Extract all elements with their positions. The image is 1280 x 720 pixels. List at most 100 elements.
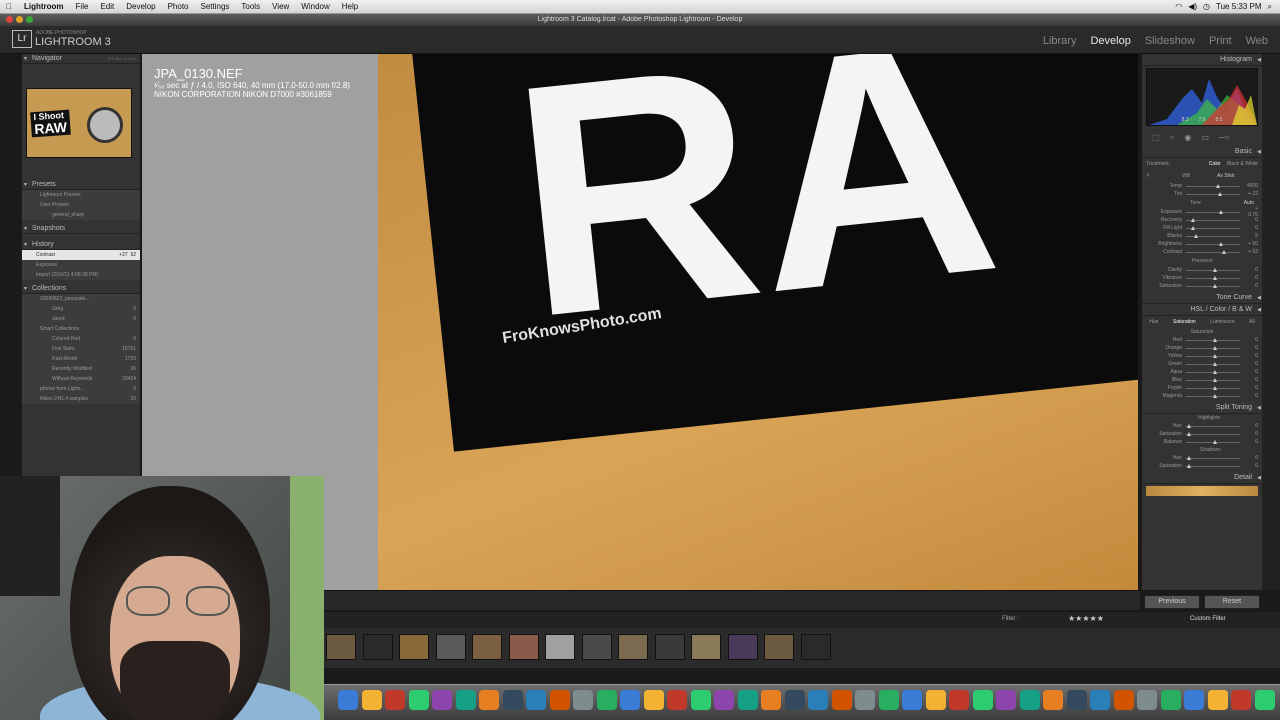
crop-icon[interactable]: ⬚: [1152, 133, 1160, 142]
navigator-header[interactable]: Navigator FIT FILL 1:1 3:1: [22, 54, 140, 64]
slider-exposure[interactable]: Exposure + 0.75: [1142, 206, 1262, 218]
slider-value[interactable]: 0: [1244, 283, 1258, 289]
slider-track[interactable]: [1186, 423, 1240, 428]
snapshots-header[interactable]: Snapshots: [22, 224, 140, 234]
split-toning-header[interactable]: Split Toning: [1142, 402, 1262, 414]
slider-track[interactable]: [1186, 241, 1240, 246]
preset-folder-user[interactable]: User Presets: [22, 200, 140, 210]
slider-knob[interactable]: [1213, 393, 1217, 398]
slider-track[interactable]: [1186, 439, 1240, 444]
slider-track[interactable]: [1186, 463, 1240, 468]
slider-track[interactable]: [1186, 385, 1240, 390]
menu-tools[interactable]: Tools: [235, 2, 266, 11]
filmstrip-thumbnail[interactable]: [618, 634, 648, 660]
slider-vibrance[interactable]: Vibrance 0: [1142, 274, 1262, 282]
slider-value[interactable]: 0: [1244, 423, 1258, 429]
dock-app-icon[interactable]: [1207, 690, 1228, 710]
nav-zoom-fit[interactable]: FIT: [108, 56, 114, 61]
module-web[interactable]: Web: [1246, 35, 1268, 47]
dock-app-icon[interactable]: [1254, 690, 1275, 710]
slider-knob[interactable]: [1187, 423, 1192, 428]
histogram-graph[interactable]: 8.3 7.6 8.5: [1146, 68, 1258, 126]
filmstrip-thumbnail[interactable]: [545, 634, 575, 660]
slider-knob[interactable]: [1213, 337, 1217, 342]
collection-item[interactable]: 20090822_pasquale...: [22, 294, 140, 304]
star-filter[interactable]: ★★★★★: [1068, 614, 1104, 623]
slider-value[interactable]: 0: [1244, 225, 1258, 231]
slider-balance[interactable]: Balance 0: [1142, 438, 1262, 446]
nav-zoom-1-1[interactable]: 1:1: [124, 56, 130, 61]
photo-preview[interactable]: RA FroKnowsPhoto.com: [378, 54, 1138, 590]
dock-app-icon[interactable]: [596, 690, 617, 710]
treatment-bw[interactable]: Black & White: [1227, 161, 1258, 167]
menu-lightroom[interactable]: Lightroom: [18, 2, 70, 11]
slider-tint[interactable]: Tint + 22: [1142, 190, 1262, 198]
collection-item[interactable]: Without Keywords 23424: [22, 374, 140, 384]
slider-knob[interactable]: [1213, 361, 1217, 366]
menu-view[interactable]: View: [266, 2, 295, 11]
dock-app-icon[interactable]: [902, 690, 922, 710]
menu-settings[interactable]: Settings: [195, 2, 236, 11]
slider-value[interactable]: 0: [1244, 377, 1258, 383]
reset-button[interactable]: Reset: [1204, 595, 1260, 609]
filmstrip-thumbnail[interactable]: [362, 634, 393, 660]
slider-track[interactable]: [1186, 369, 1240, 374]
dock-app-icon[interactable]: [855, 690, 875, 710]
slider-saturation[interactable]: Saturation 0: [1142, 282, 1262, 290]
slider-track[interactable]: [1186, 361, 1240, 366]
wb-select[interactable]: As Shot: [1217, 173, 1235, 179]
slider-knob[interactable]: [1221, 249, 1226, 254]
dock-app-icon[interactable]: [643, 690, 664, 710]
slider-value[interactable]: 0: [1244, 345, 1258, 351]
slider-value[interactable]: 0: [1244, 369, 1258, 375]
nav-zoom-fill[interactable]: FILL: [115, 56, 123, 61]
dock-app-icon[interactable]: [714, 690, 734, 710]
slider-knob[interactable]: [1213, 283, 1217, 288]
menu-help[interactable]: Help: [336, 2, 364, 11]
slider-track[interactable]: [1186, 337, 1240, 342]
slider-saturation[interactable]: Saturation 0: [1142, 462, 1262, 470]
slider-track[interactable]: [1186, 209, 1240, 214]
menu-file[interactable]: File: [70, 2, 95, 11]
slider-track[interactable]: [1186, 183, 1240, 188]
slider-value[interactable]: 5: [1244, 233, 1258, 239]
slider-track[interactable]: [1186, 233, 1240, 238]
slider-hue[interactable]: Hue 0: [1142, 454, 1262, 462]
dock-app-icon[interactable]: [996, 690, 1016, 710]
dock-app-icon[interactable]: [526, 690, 546, 710]
red-eye-icon[interactable]: ◉: [1184, 133, 1191, 142]
slider-knob[interactable]: [1187, 431, 1192, 436]
slider-track[interactable]: [1186, 225, 1240, 230]
slider-value[interactable]: 0: [1244, 463, 1258, 469]
dock-app-icon[interactable]: [408, 690, 429, 710]
slider-brightness[interactable]: Brightness + 50: [1142, 240, 1262, 248]
filmstrip-thumbnail[interactable]: [727, 634, 758, 660]
slider-knob[interactable]: [1219, 241, 1224, 246]
slider-hue[interactable]: Hue 0: [1142, 422, 1262, 430]
slider-knob[interactable]: [1191, 217, 1196, 222]
slider-value[interactable]: 0: [1244, 385, 1258, 391]
filmstrip-thumbnail[interactable]: [654, 634, 685, 660]
slider-track[interactable]: [1186, 377, 1240, 382]
slider-value[interactable]: 0: [1244, 275, 1258, 281]
slider-value[interactable]: 0: [1244, 439, 1258, 445]
slider-purple[interactable]: Purple 0: [1142, 384, 1262, 392]
slider-value[interactable]: 0: [1244, 361, 1258, 367]
minimize-window-icon[interactable]: [16, 16, 23, 23]
collection-item[interactable]: Smart Collections: [22, 324, 140, 334]
basic-header[interactable]: Basic: [1142, 146, 1262, 158]
collection-item[interactable]: Nikon 24f1.4 samples 22: [22, 394, 140, 404]
history-item[interactable]: Contrast +27 52: [22, 250, 140, 260]
menu-photo[interactable]: Photo: [162, 2, 195, 11]
slider-saturation[interactable]: Saturation 0: [1142, 430, 1262, 438]
dock-app-icon[interactable]: [831, 690, 852, 710]
presets-header[interactable]: Presets: [22, 180, 140, 190]
filmstrip-thumbnail[interactable]: [800, 634, 831, 660]
slider-track[interactable]: [1186, 217, 1240, 222]
collections-header[interactable]: Collections: [22, 284, 140, 294]
slider-value[interactable]: 0: [1244, 393, 1258, 399]
slider-aqua[interactable]: Aqua 0: [1142, 368, 1262, 376]
module-slideshow[interactable]: Slideshow: [1145, 35, 1195, 47]
dock-app-icon[interactable]: [737, 690, 758, 710]
slider-knob[interactable]: [1213, 267, 1217, 272]
